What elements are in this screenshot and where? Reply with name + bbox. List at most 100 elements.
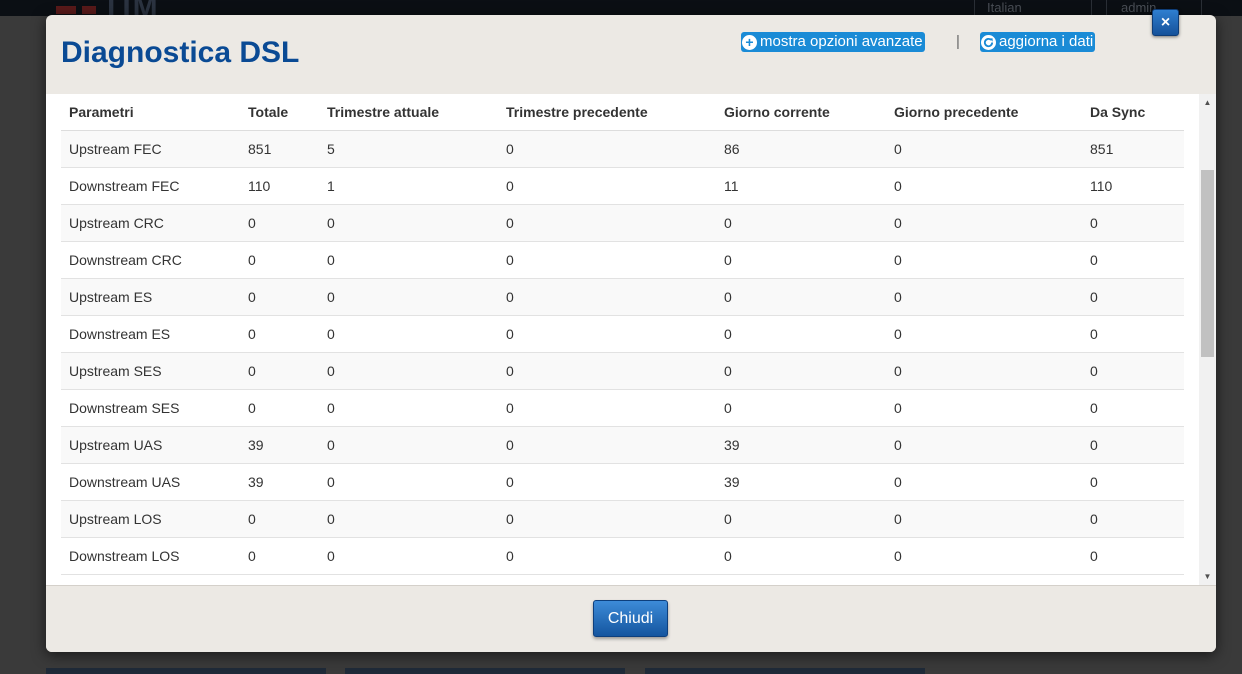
table-row: Downstream ES 0 0 0 0 0 0 <box>61 315 1184 353</box>
value-cell: 0 <box>240 278 319 316</box>
value-cell: 39 <box>716 463 886 501</box>
background-logo: TIM <box>56 0 160 16</box>
background-tab <box>345 668 625 674</box>
value-cell: 0 <box>498 500 716 538</box>
value-cell: 0 <box>240 204 319 242</box>
value-cell: 0 <box>319 352 498 390</box>
value-cell: 0 <box>498 352 716 390</box>
value-cell: 0 <box>716 537 886 575</box>
column-header: Giorno precedente <box>886 94 1082 131</box>
value-cell: 0 <box>886 241 1082 279</box>
value-cell: 5 <box>319 130 498 168</box>
value-cell: 0 <box>716 500 886 538</box>
value-cell: 0 <box>886 352 1082 390</box>
value-cell: 0 <box>1082 241 1184 279</box>
value-cell: 0 <box>240 389 319 427</box>
parameter-name-cell: Upstream LOS <box>61 500 240 538</box>
value-cell: 0 <box>716 204 886 242</box>
value-cell: 0 <box>319 204 498 242</box>
refresh-data-label: aggiorna i dati <box>999 33 1094 50</box>
value-cell: 0 <box>319 315 498 353</box>
scrollbar-thumb[interactable] <box>1201 170 1214 357</box>
column-header: Giorno corrente <box>716 94 886 131</box>
value-cell: 0 <box>319 463 498 501</box>
value-cell: 0 <box>886 537 1082 575</box>
value-cell: 0 <box>240 352 319 390</box>
value-cell: 39 <box>240 426 319 464</box>
column-header: Trimestre precedente <box>498 94 716 131</box>
table-row: Downstream SES 0 0 0 0 0 0 <box>61 389 1184 427</box>
close-modal-button[interactable]: Chiudi <box>593 600 668 637</box>
column-header: Parametri <box>61 94 240 131</box>
plus-circle-icon: + <box>742 34 757 50</box>
value-cell: 0 <box>886 130 1082 168</box>
value-cell: 0 <box>1082 537 1184 575</box>
scroll-up-arrow-icon[interactable]: ▲ <box>1199 94 1216 111</box>
value-cell: 0 <box>1082 426 1184 464</box>
modal-footer: Chiudi <box>46 585 1216 652</box>
value-cell: 0 <box>240 241 319 279</box>
value-cell: 11 <box>716 167 886 205</box>
value-cell: 0 <box>498 389 716 427</box>
value-cell: 0 <box>716 352 886 390</box>
background-language-select: Italian <box>974 0 1092 16</box>
show-advanced-options-label: mostra opzioni avanzate <box>760 33 923 50</box>
value-cell: 0 <box>886 278 1082 316</box>
show-advanced-options-link[interactable]: + mostra opzioni avanzate <box>741 32 925 52</box>
column-header: Trimestre attuale <box>319 94 498 131</box>
parameter-name-cell: Downstream UAS <box>61 463 240 501</box>
value-cell: 0 <box>319 278 498 316</box>
value-cell: 0 <box>1082 278 1184 316</box>
table-row: Downstream FEC 110 1 0 11 0 110 <box>61 167 1184 205</box>
scroll-down-arrow-icon[interactable]: ▼ <box>1199 568 1216 585</box>
value-cell: 0 <box>886 500 1082 538</box>
table-row: Upstream ES 0 0 0 0 0 0 <box>61 278 1184 316</box>
value-cell: 0 <box>319 389 498 427</box>
parameter-name-cell: Upstream FEC <box>61 130 240 168</box>
parameter-name-cell: Downstream LOS <box>61 537 240 575</box>
parameter-name-cell: Upstream CRC <box>61 204 240 242</box>
value-cell: 0 <box>716 278 886 316</box>
parameter-name-cell: Downstream CRC <box>61 241 240 279</box>
value-cell: 0 <box>319 537 498 575</box>
close-icon[interactable]: × <box>1152 9 1179 36</box>
modal-title: Diagnostica DSL <box>61 36 300 69</box>
vertical-scrollbar[interactable]: ▲ ▼ <box>1199 94 1216 585</box>
value-cell: 86 <box>716 130 886 168</box>
value-cell: 0 <box>1082 389 1184 427</box>
table-row: Downstream LOS 0 0 0 0 0 0 <box>61 537 1184 575</box>
parameter-name-cell: Upstream SES <box>61 352 240 390</box>
value-cell: 0 <box>498 167 716 205</box>
value-cell: 0 <box>240 315 319 353</box>
value-cell: 0 <box>319 426 498 464</box>
value-cell: 0 <box>498 426 716 464</box>
value-cell: 0 <box>498 130 716 168</box>
table-row: Upstream FEC 851 5 0 86 0 851 <box>61 130 1184 168</box>
table-scroll-area[interactable]: Parametri Totale Trimestre attuale Trime… <box>46 94 1216 585</box>
background-tab <box>46 668 326 674</box>
value-cell: 0 <box>716 389 886 427</box>
value-cell: 1 <box>319 167 498 205</box>
value-cell: 0 <box>1082 500 1184 538</box>
value-cell: 110 <box>240 167 319 205</box>
table-row: Downstream UAS 39 0 0 39 0 0 <box>61 463 1184 501</box>
value-cell: 0 <box>498 463 716 501</box>
value-cell: 0 <box>716 315 886 353</box>
value-cell: 851 <box>1082 130 1184 168</box>
value-cell: 851 <box>240 130 319 168</box>
value-cell: 0 <box>886 204 1082 242</box>
dsl-stats-table: Parametri Totale Trimestre attuale Trime… <box>61 94 1184 575</box>
value-cell: 39 <box>716 426 886 464</box>
value-cell: 0 <box>498 537 716 575</box>
value-cell: 110 <box>1082 167 1184 205</box>
refresh-data-link[interactable]: aggiorna i dati <box>980 32 1096 52</box>
value-cell: 0 <box>319 241 498 279</box>
table-header-row: Parametri Totale Trimestre attuale Trime… <box>61 94 1184 131</box>
value-cell: 0 <box>319 500 498 538</box>
parameter-name-cell: Downstream SES <box>61 389 240 427</box>
value-cell: 0 <box>498 204 716 242</box>
value-cell: 0 <box>886 389 1082 427</box>
value-cell: 0 <box>240 500 319 538</box>
value-cell: 0 <box>1082 204 1184 242</box>
parameter-name-cell: Upstream UAS <box>61 426 240 464</box>
